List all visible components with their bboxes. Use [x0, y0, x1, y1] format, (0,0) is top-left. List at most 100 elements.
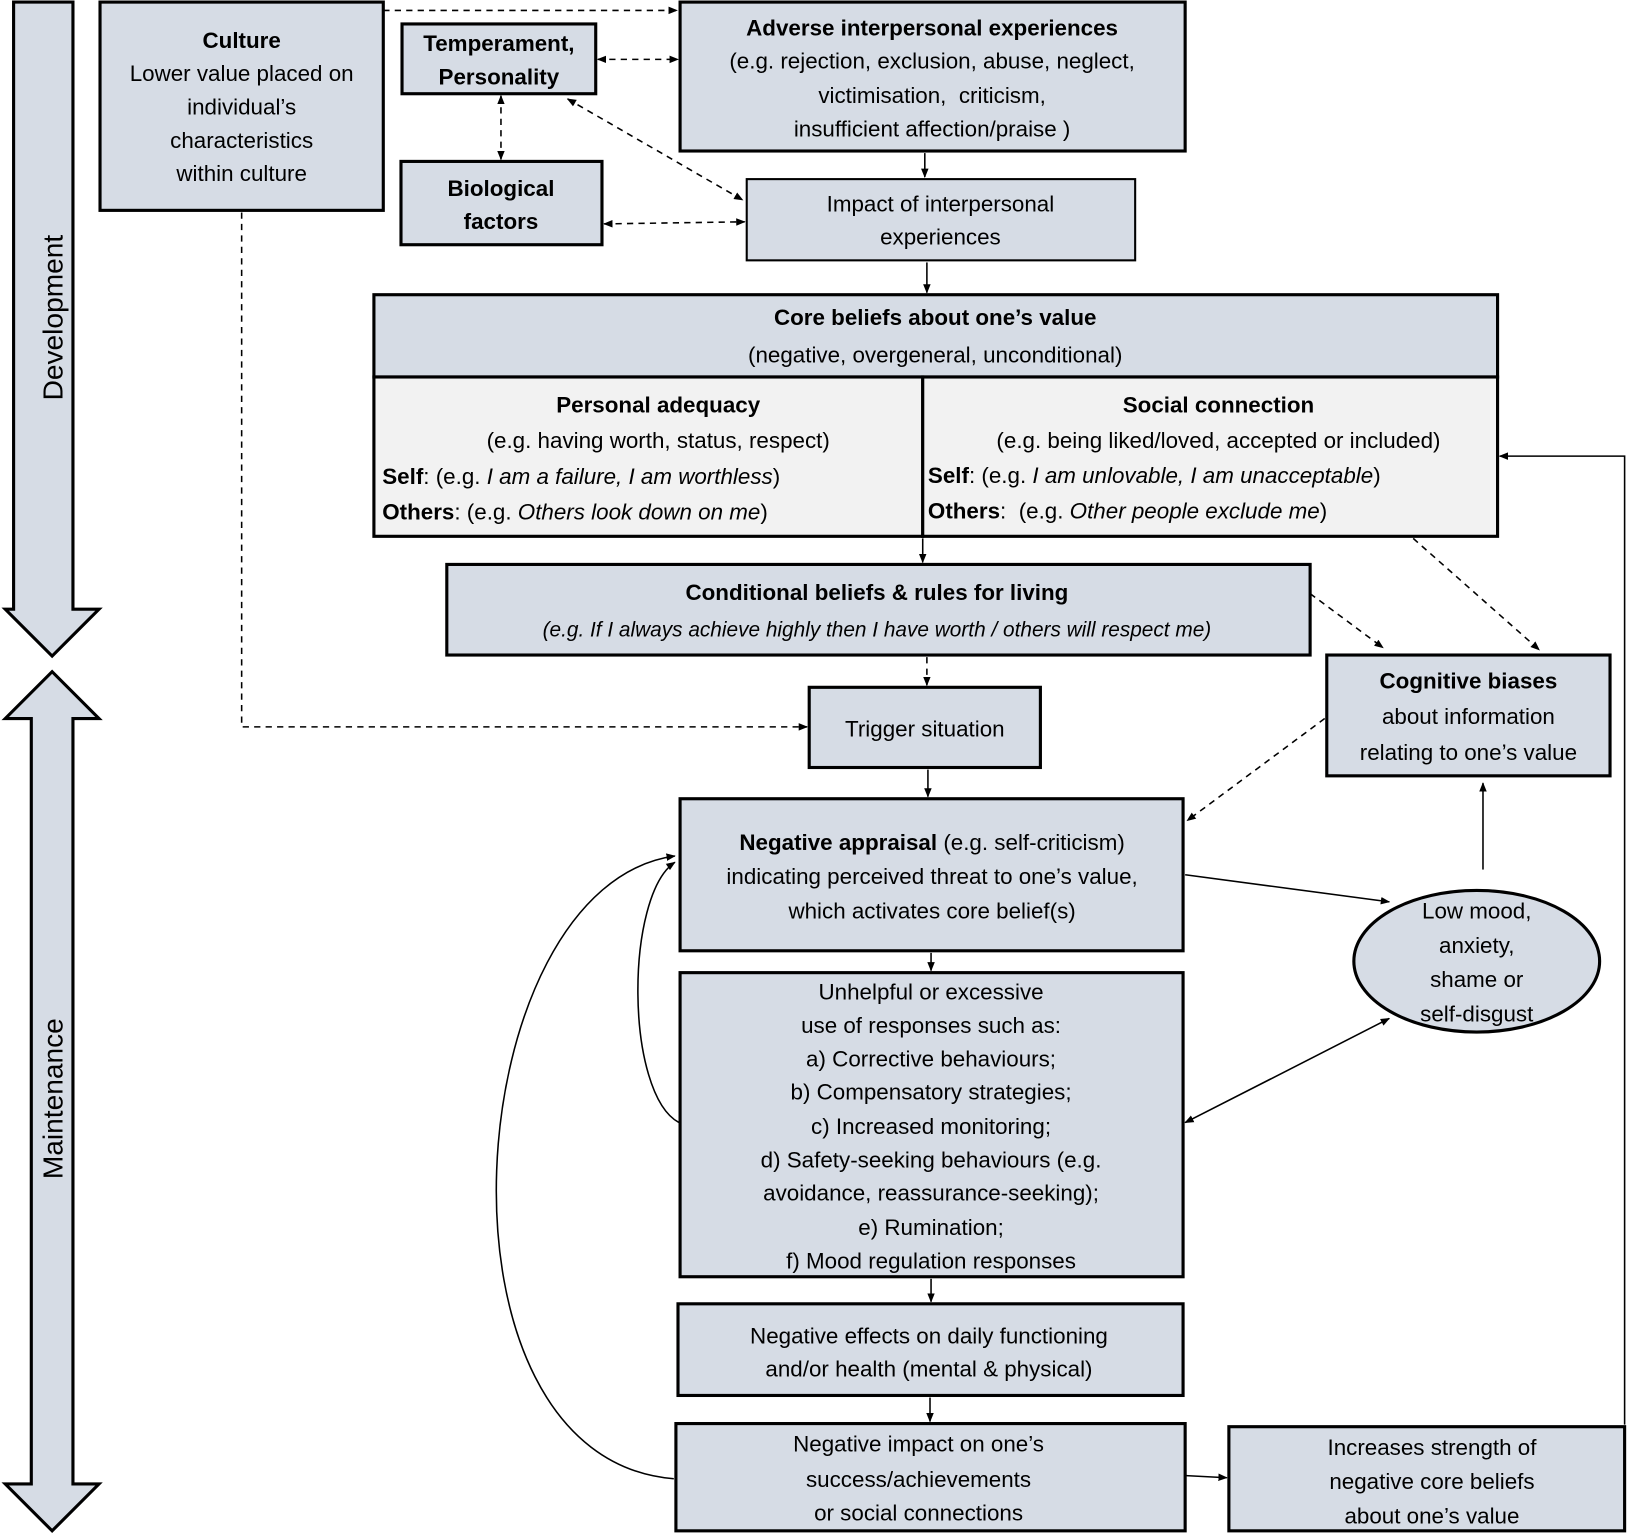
temperament-line: Personality: [439, 64, 560, 89]
culture-text-segment: within culture: [175, 161, 307, 186]
responses-line: Unhelpful or excessive: [818, 980, 1043, 1005]
social-text-segment: (e.g. being liked/loved, accepted or inc…: [996, 428, 1440, 453]
social-text-segment: Others: [928, 499, 1000, 524]
culture-line: Culture: [202, 28, 280, 53]
curve-success-to-appraisal: [495, 853, 676, 1480]
mood-line: anxiety,: [1439, 933, 1514, 958]
mood-text-segment: anxiety,: [1439, 933, 1514, 958]
arrow-biases-to-appraisal: [1186, 717, 1326, 822]
cognitive-line: about information: [1382, 704, 1555, 729]
conditional-text-segment: (e.g. If I always achieve highly then I …: [543, 618, 1212, 641]
appraisal-text-segment: which activates core belief(s): [787, 899, 1075, 924]
cognitive-line: Cognitive biases: [1380, 668, 1558, 693]
mood-text-segment: Low mood,: [1422, 899, 1531, 924]
culture-line: characteristics: [170, 128, 313, 153]
culture-line: individual’s: [187, 95, 296, 120]
responses-line: f) Mood regulation responses: [786, 1248, 1076, 1273]
adverse-line: (e.g. rejection, exclusion, abuse, negle…: [729, 49, 1134, 74]
arrow-conditional-to-biases: [1309, 592, 1384, 649]
responses-text-segment: a) Corrective behaviours;: [806, 1046, 1056, 1071]
responses-line: avoidance, reassurance-seeking);: [763, 1181, 1099, 1206]
success-text-segment: Negative impact on one’s: [793, 1432, 1044, 1457]
mood-line: self-disgust: [1420, 1002, 1534, 1027]
temperament-text-segment: Temperament,: [423, 31, 574, 56]
personal-text-segment: Others look down on me: [518, 500, 761, 525]
mood-text-segment: self-disgust: [1420, 1002, 1534, 1027]
responses-text-segment: e) Rumination;: [858, 1215, 1004, 1240]
impact-text-segment: Impact of interpersonal: [827, 191, 1055, 216]
temperament-node: Temperament, Personality: [400, 22, 598, 96]
personal-line: Personal adequacy: [556, 392, 761, 417]
arrow-core-to-biases: [1412, 537, 1540, 651]
appraisal-line: Negative appraisal (e.g. self-criticism): [739, 830, 1124, 855]
culture-line: within culture: [175, 161, 307, 186]
cognitive-text-segment: Cognitive biases: [1380, 668, 1558, 693]
adverse-text-segment: victimisation, criticism,: [818, 83, 1046, 108]
conditional-line: (e.g. If I always achieve highly then I …: [543, 618, 1212, 641]
culture-text-segment: Culture: [202, 28, 280, 53]
conditional-line: Conditional beliefs & rules for living: [685, 580, 1068, 605]
personal-text-segment: : (e.g.: [423, 464, 486, 489]
curve-responses-to-appraisal: [637, 861, 680, 1124]
arrow-biological-impact: [603, 218, 746, 228]
social-text-segment: ): [1320, 499, 1327, 524]
culture-node: Culture Lower value placed on individual’s…: [98, 0, 385, 212]
personal-text-segment: Personal adequacy: [556, 392, 761, 417]
effects-text-segment: and/or health (mental & physical): [765, 1357, 1092, 1382]
success-line: success/achievements: [806, 1467, 1031, 1492]
mood-line: Low mood,: [1422, 899, 1531, 924]
responses-line: a) Corrective behaviours;: [806, 1046, 1056, 1071]
biological-line: Biological: [447, 176, 554, 201]
impact-line: Impact of interpersonal: [827, 191, 1055, 216]
social-text-segment: I am unlovable, I am unacceptable: [1032, 463, 1373, 488]
social-node: Social connection (e.g. being liked/loved…: [921, 375, 1500, 538]
adverse-line: Adverse interpersonal experiences: [746, 15, 1118, 40]
adverse-node: Adverse interpersonal experiences (e.g. r…: [678, 0, 1187, 153]
core-line: (negative, overgeneral, unconditional): [748, 342, 1122, 367]
personal-text-segment: ): [773, 464, 780, 489]
personal-text-segment: (e.g. having worth, status, respect): [487, 428, 830, 453]
culture-text-segment: individual’s: [187, 95, 296, 120]
social-text-segment: Social connection: [1123, 392, 1314, 417]
responses-text-segment: f) Mood regulation responses: [786, 1248, 1076, 1273]
biological-line: factors: [464, 209, 539, 234]
conditional-node: Conditional beliefs & rules for living (e…: [445, 562, 1312, 657]
social-line: (e.g. being liked/loved, accepted or inc…: [996, 428, 1440, 453]
strength-text-segment: Increases strength of: [1327, 1435, 1537, 1460]
strength-text-segment: negative core beliefs: [1329, 1469, 1534, 1494]
effects-text-segment: Negative effects on daily functioning: [750, 1323, 1108, 1348]
impact-text-segment: experiences: [880, 225, 1001, 250]
success-text-segment: success/achievements: [806, 1467, 1031, 1492]
personal-text-segment: : (e.g.: [454, 500, 517, 525]
responses-line: c) Increased monitoring;: [811, 1114, 1051, 1139]
cognitive-line: relating to one’s value: [1360, 740, 1577, 765]
mood-text-segment: shame or: [1430, 967, 1524, 992]
cognitive-model-diagram: Development Maintenance Culture Lower val…: [1, 0, 1627, 1534]
appraisal-line: indicating perceived threat to one’s val…: [726, 864, 1137, 889]
temperament-line: Temperament,: [423, 31, 574, 56]
responses-text-segment: use of responses such as:: [801, 1013, 1061, 1038]
responses-text-segment: d) Safety-seeking behaviours (e.g.: [761, 1147, 1102, 1172]
effects-node: Negative effects on daily functioning and…: [676, 1302, 1185, 1398]
conditional-text-segment: Conditional beliefs & rules for living: [685, 580, 1068, 605]
adverse-line: victimisation, criticism,: [818, 83, 1046, 108]
cognitive-text-segment: about information: [1382, 704, 1555, 729]
arrow-responses-mood: [1184, 1017, 1391, 1124]
maintenance-label: Maintenance: [38, 1018, 69, 1179]
impact-line: experiences: [880, 225, 1001, 250]
responses-line: use of responses such as:: [801, 1013, 1061, 1038]
biological-node: Biological factors: [399, 159, 604, 247]
success-line: or social connections: [814, 1500, 1023, 1525]
personal-node: Personal adequacy (e.g. having worth, sta…: [372, 375, 925, 538]
core-node: Core beliefs about one’s value (negative,…: [372, 293, 1500, 379]
appraisal-text-segment: (e.g. self-criticism): [937, 830, 1125, 855]
adverse-text-segment: (e.g. rejection, exclusion, abuse, negle…: [729, 49, 1134, 74]
social-text-segment: Self: [928, 463, 970, 488]
social-text-segment: : (e.g.: [1000, 499, 1070, 524]
core-line: Core beliefs about one’s value: [774, 305, 1096, 330]
strength-text-segment: about one’s value: [1344, 1504, 1519, 1529]
social-text-segment: : (e.g.: [969, 463, 1032, 488]
effects-line: Negative effects on daily functioning: [750, 1323, 1108, 1348]
temperament-text-segment: Personality: [439, 64, 560, 89]
appraisal-text-segment: indicating perceived threat to one’s val…: [726, 864, 1137, 889]
